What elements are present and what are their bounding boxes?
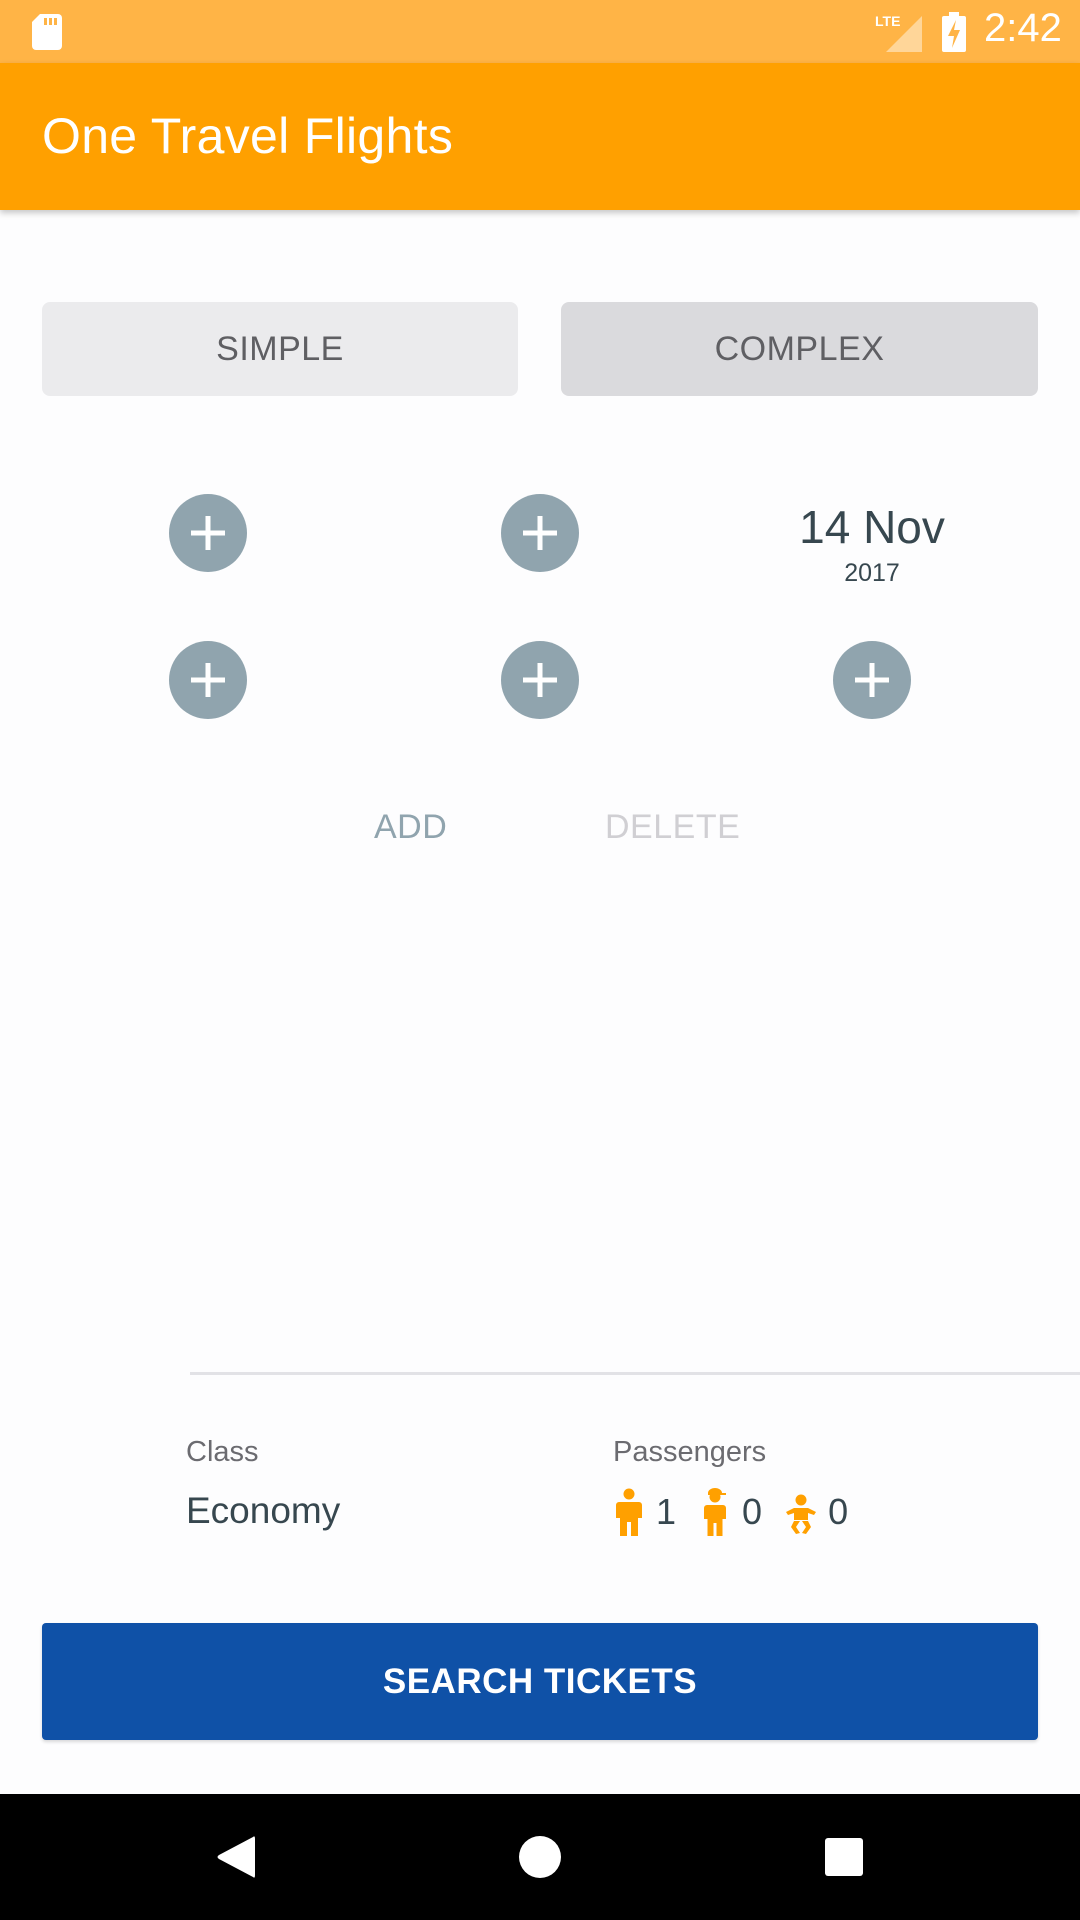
sd-card-icon: [32, 14, 62, 50]
class-value[interactable]: Economy: [186, 1490, 340, 1532]
search-tickets-button[interactable]: SEARCH TICKETS: [42, 1623, 1038, 1740]
system-nav-bar: [0, 1794, 1080, 1920]
tab-complex[interactable]: COMPLEX: [561, 302, 1038, 396]
infants-count-item: 0: [784, 1488, 848, 1536]
infant-icon: [786, 1494, 817, 1534]
date-year: 2017: [844, 559, 900, 587]
segment-1-date[interactable]: 14 Nov 2017: [772, 498, 972, 590]
infants-count: 0: [828, 1491, 849, 1532]
plus-icon: [523, 516, 557, 550]
tab-simple[interactable]: SIMPLE: [42, 302, 518, 396]
segment-2-origin-button[interactable]: [169, 641, 247, 719]
child-icon: [704, 1488, 727, 1536]
delete-segment-button[interactable]: DELETE: [605, 808, 740, 847]
lte-signal-icon: LTE: [875, 13, 922, 52]
class-label: Class: [186, 1436, 259, 1468]
segment-1-destination-button[interactable]: [501, 494, 579, 572]
segment-1-origin-button[interactable]: [169, 494, 247, 572]
date-day-month: 14 Nov: [799, 501, 945, 553]
nav-home-button[interactable]: [512, 1829, 568, 1885]
add-segment-button[interactable]: ADD: [374, 808, 447, 847]
clock: 2:42: [984, 6, 1062, 50]
adult-icon: [616, 1488, 642, 1536]
divider: [190, 1372, 1080, 1375]
plus-icon: [191, 663, 225, 697]
app-bar: One Travel Flights: [0, 63, 1080, 210]
nav-back-button[interactable]: [208, 1829, 264, 1885]
passengers-label: Passengers: [613, 1436, 767, 1468]
adults-count-item: 1: [612, 1488, 676, 1536]
home-icon: [519, 1836, 561, 1878]
nav-recents-button[interactable]: [816, 1829, 872, 1885]
children-count: 0: [742, 1491, 763, 1532]
app-title: One Travel Flights: [42, 108, 454, 164]
plus-icon: [191, 516, 225, 550]
children-count-item: 0: [698, 1488, 762, 1536]
passengers-selector[interactable]: 1 0 0: [612, 1488, 870, 1536]
segment-2-destination-button[interactable]: [501, 641, 579, 719]
plus-icon: [855, 663, 889, 697]
svg-text:LTE: LTE: [875, 13, 900, 29]
status-bar: LTE 2:42: [0, 0, 1080, 63]
adults-count: 1: [656, 1491, 677, 1532]
back-icon: [217, 1836, 255, 1878]
plus-icon: [523, 663, 557, 697]
recents-icon: [825, 1838, 863, 1876]
battery-charging-icon: [942, 12, 966, 52]
segment-2-date-button[interactable]: [833, 641, 911, 719]
